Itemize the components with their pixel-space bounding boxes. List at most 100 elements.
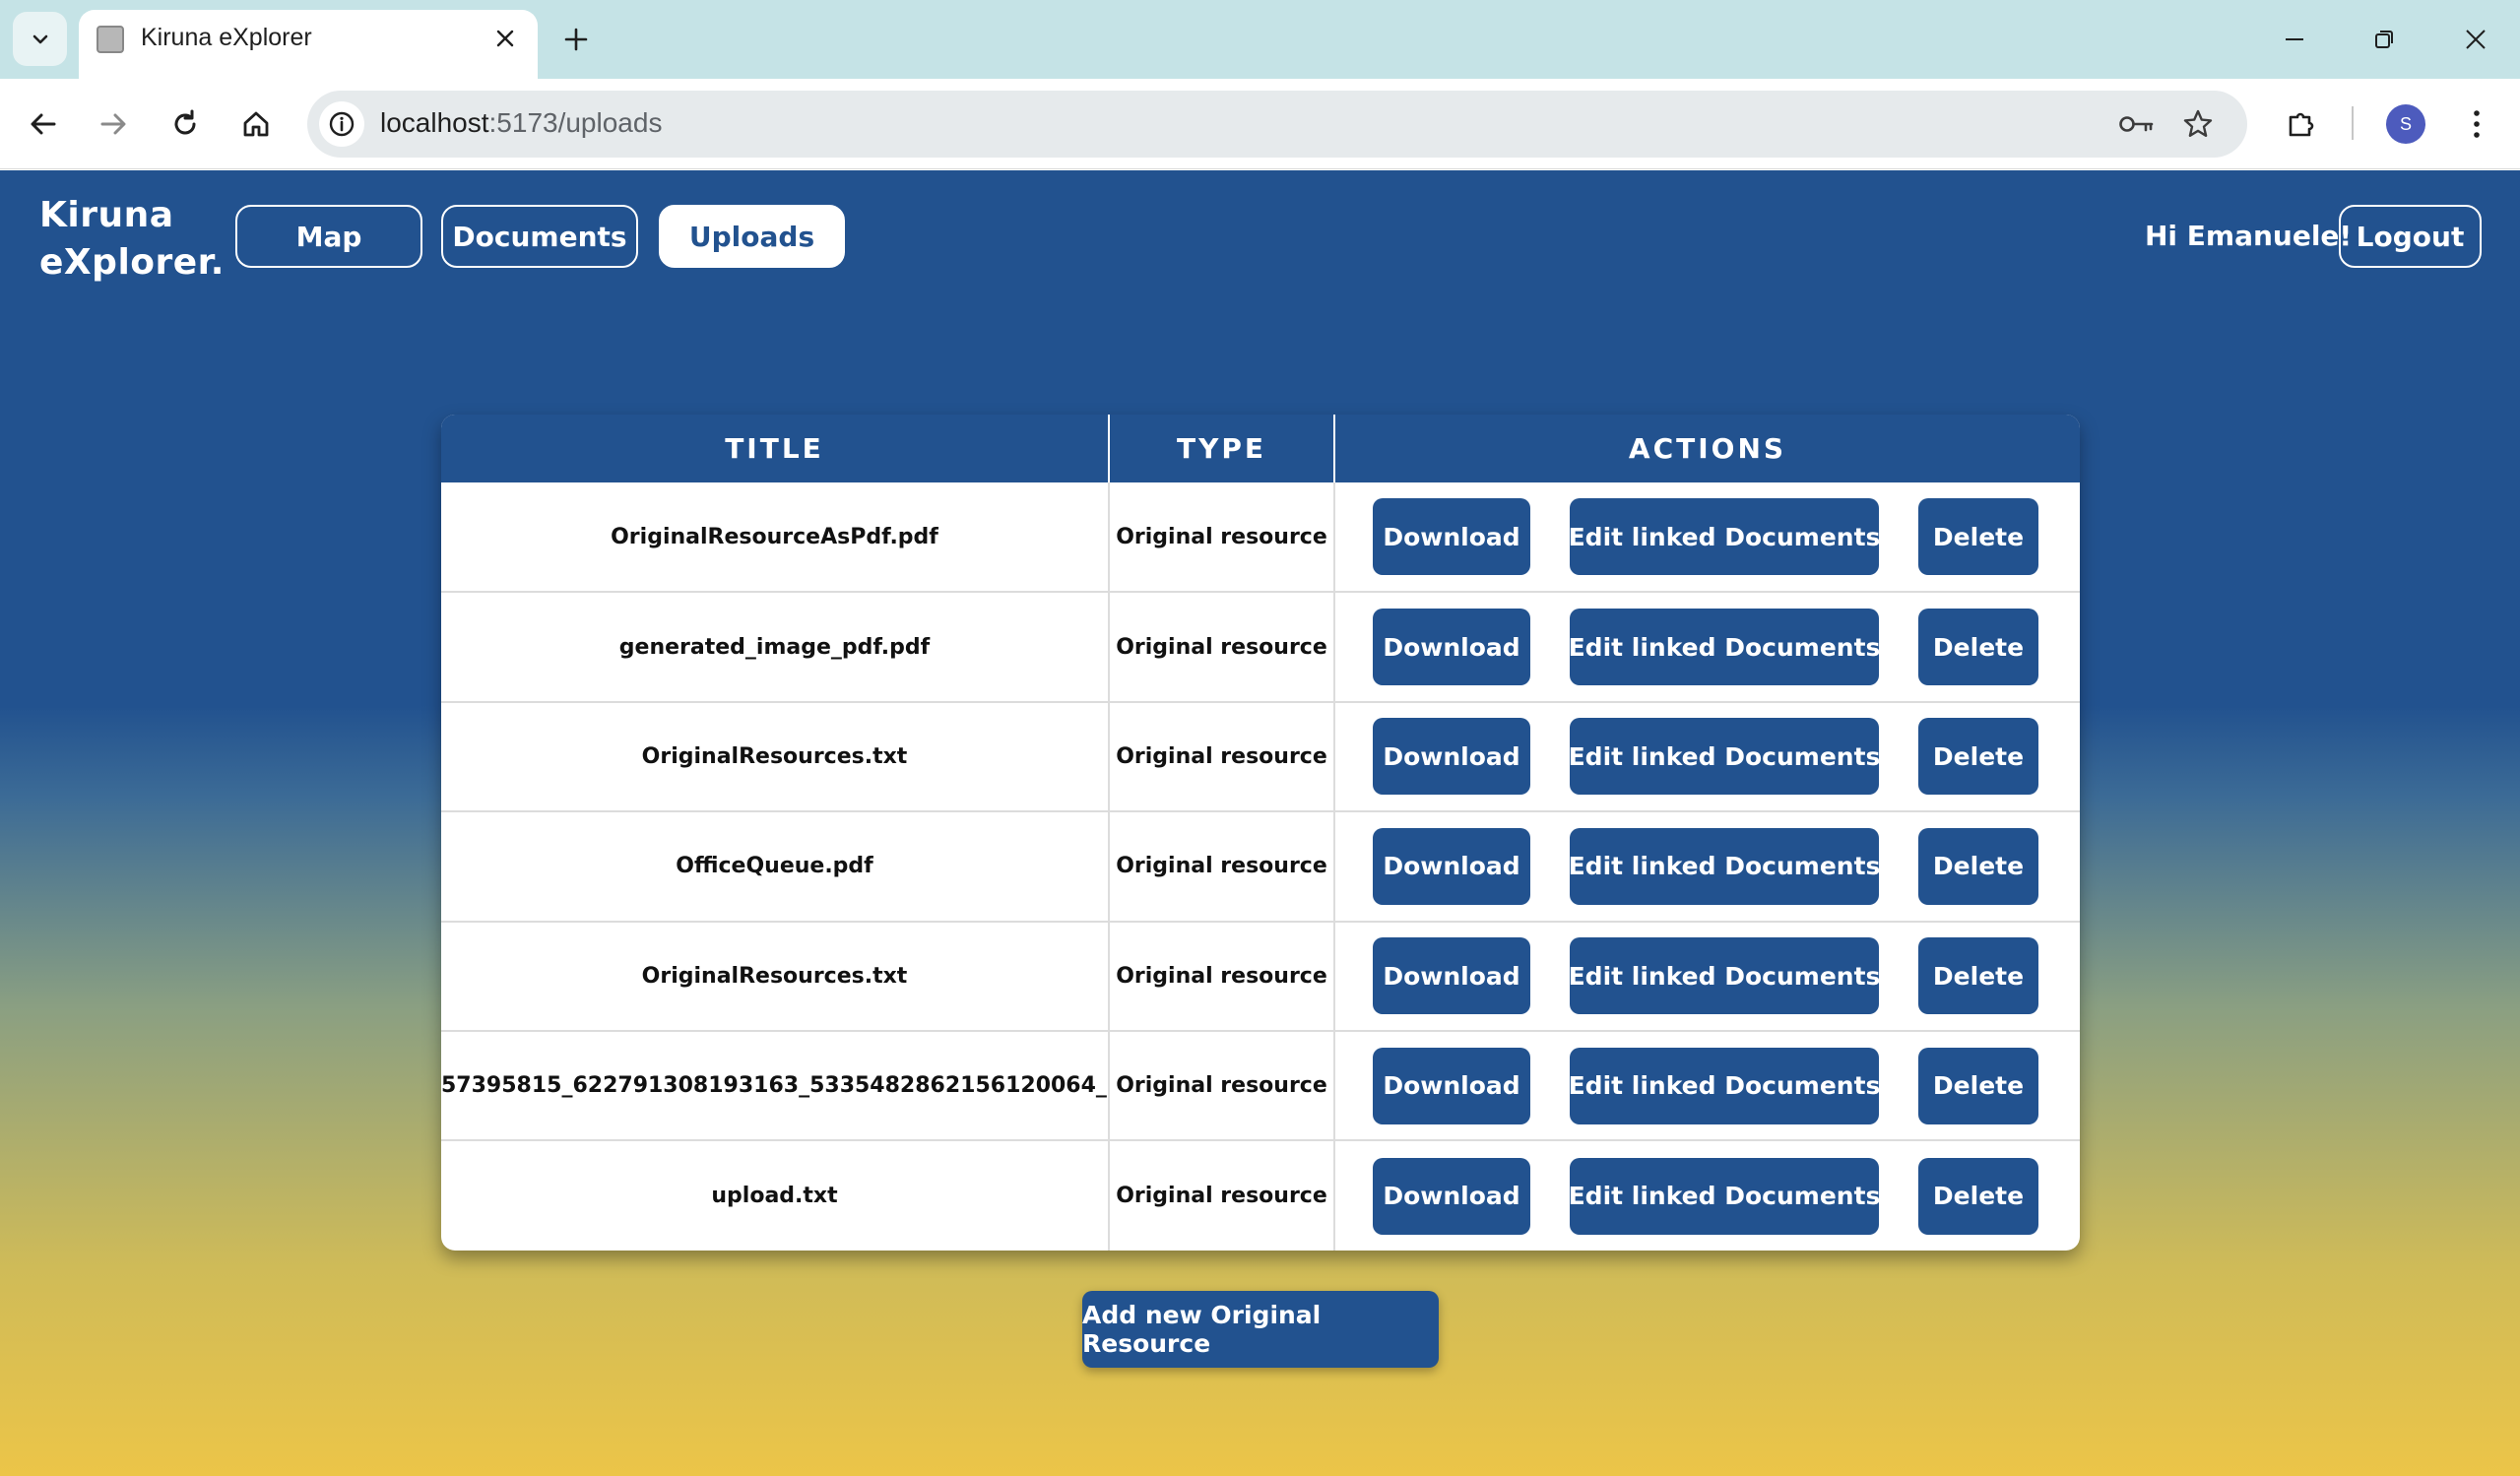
address-bar[interactable]: localhost:5173/uploads	[307, 91, 2247, 158]
cell-actions: Download Edit linked Documents Delete	[1334, 482, 2080, 592]
cell-title: upload.txt	[441, 1140, 1110, 1251]
cell-type: Original resource	[1109, 482, 1335, 593]
cell-type: Original resource	[1109, 921, 1335, 1031]
edit-linked-documents-button[interactable]: Edit linked Documents	[1569, 937, 1880, 1015]
browser-menu-button[interactable]	[2453, 100, 2500, 148]
row-actions: Download Edit linked Documents Delete	[1335, 609, 2080, 686]
cell-type: Original resource	[1109, 1140, 1335, 1251]
arrow-right-icon	[100, 113, 126, 135]
close-icon	[2466, 30, 2486, 49]
close-window-button[interactable]	[2454, 20, 2497, 59]
delete-button[interactable]: Delete	[1918, 937, 2038, 1015]
row-actions: Download Edit linked Documents Delete	[1335, 1157, 2080, 1235]
edit-linked-documents-button[interactable]: Edit linked Documents	[1569, 609, 1880, 686]
cell-actions: Download Edit linked Documents Delete	[1334, 1140, 2080, 1250]
table-row: OriginalResources.txt Original resource …	[441, 921, 2080, 1031]
edit-linked-documents-button[interactable]: Edit linked Documents	[1569, 1047, 1880, 1124]
delete-button[interactable]: Delete	[1918, 609, 2038, 686]
url-text[interactable]: localhost:5173/uploads	[380, 107, 662, 139]
row-actions: Download Edit linked Documents Delete	[1335, 937, 2080, 1015]
chevron-down-icon	[32, 34, 47, 43]
row-actions: Download Edit linked Documents Delete	[1335, 718, 2080, 796]
cell-title: OriginalResourceAsPdf.pdf	[441, 482, 1110, 593]
bookmark-button[interactable]	[2178, 104, 2218, 144]
app-brand[interactable]: Kiruna eXplorer.	[39, 192, 225, 287]
url-host: localhost	[380, 107, 489, 138]
uploads-table: TITLE TYPE ACTIONS OriginalResourceAsPdf…	[441, 415, 2080, 1251]
reload-button[interactable]	[162, 100, 209, 148]
cell-title: OriginalResources.txt	[441, 701, 1110, 812]
minimize-button[interactable]	[2273, 20, 2316, 59]
delete-button[interactable]: Delete	[1918, 718, 2038, 796]
download-button[interactable]: Download	[1373, 609, 1530, 686]
nav-uploads-button[interactable]: Uploads	[659, 205, 845, 268]
minimize-icon	[2286, 38, 2303, 40]
forward-button[interactable]	[90, 100, 137, 148]
tab-close-button[interactable]	[490, 24, 520, 53]
cell-type: Original resource	[1109, 1030, 1335, 1141]
download-button[interactable]: Download	[1373, 718, 1530, 796]
kebab-menu-icon	[2474, 110, 2480, 138]
edit-linked-documents-button[interactable]: Edit linked Documents	[1569, 827, 1880, 905]
table-row: 57395815_622791308193163_533548286215612…	[441, 1030, 2080, 1141]
delete-button[interactable]: Delete	[1918, 1157, 2038, 1235]
download-button[interactable]: Download	[1373, 937, 1530, 1015]
password-key-button[interactable]	[2117, 104, 2157, 144]
tab-search-button[interactable]	[13, 12, 67, 66]
restore-button[interactable]	[2362, 20, 2406, 59]
nav-map-button[interactable]: Map	[235, 205, 422, 268]
header-title: TITLE	[441, 415, 1110, 482]
browser-tab[interactable]: Kiruna eXplorer	[79, 10, 538, 81]
add-original-resource-button[interactable]: Add new Original Resource	[1082, 1291, 1439, 1368]
home-button[interactable]	[232, 100, 280, 148]
row-actions: Download Edit linked Documents Delete	[1335, 827, 2080, 905]
table-row: upload.txt Original resource Download Ed…	[441, 1140, 2080, 1251]
toolbar-divider	[2352, 106, 2354, 140]
edit-linked-documents-button[interactable]: Edit linked Documents	[1569, 498, 1880, 576]
table-header-row: TITLE TYPE ACTIONS	[441, 415, 2080, 482]
cell-actions: Download Edit linked Documents Delete	[1334, 592, 2080, 701]
profile-avatar[interactable]: S	[2386, 104, 2425, 144]
table-row: OriginalResources.txt Original resource …	[441, 701, 2080, 812]
plus-icon	[564, 28, 588, 51]
cell-type: Original resource	[1109, 811, 1335, 922]
download-button[interactable]: Download	[1373, 1157, 1530, 1235]
table-row: generated_image_pdf.pdf Original resourc…	[441, 592, 2080, 702]
table-body: OriginalResourceAsPdf.pdf Original resou…	[441, 482, 2080, 1251]
download-button[interactable]: Download	[1373, 1047, 1530, 1124]
nav-documents-button[interactable]: Documents	[441, 205, 638, 268]
cell-title: OriginalResources.txt	[441, 921, 1110, 1031]
extensions-button[interactable]	[2278, 100, 2325, 148]
browser-tabstrip: Kiruna eXplorer	[0, 0, 2520, 81]
download-button[interactable]: Download	[1373, 498, 1530, 576]
download-button[interactable]: Download	[1373, 827, 1530, 905]
delete-button[interactable]: Delete	[1918, 498, 2038, 576]
url-path: :5173/uploads	[488, 107, 663, 138]
edit-linked-documents-button[interactable]: Edit linked Documents	[1569, 1157, 1880, 1235]
header-type: TYPE	[1109, 415, 1335, 482]
cell-type: Original resource	[1109, 592, 1335, 702]
info-icon	[329, 111, 355, 137]
cell-actions: Download Edit linked Documents Delete	[1334, 922, 2080, 1031]
logout-button[interactable]: Logout	[2339, 205, 2482, 268]
home-icon	[243, 111, 269, 137]
table-row: OfficeQueue.pdf Original resource Downlo…	[441, 811, 2080, 922]
table-row: OriginalResourceAsPdf.pdf Original resou…	[441, 482, 2080, 593]
cell-title: OfficeQueue.pdf	[441, 811, 1110, 922]
edit-linked-documents-button[interactable]: Edit linked Documents	[1569, 718, 1880, 796]
cell-actions: Download Edit linked Documents Delete	[1334, 811, 2080, 921]
cell-title: generated_image_pdf.pdf	[441, 592, 1110, 702]
cell-type: Original resource	[1109, 701, 1335, 812]
row-actions: Download Edit linked Documents Delete	[1335, 498, 2080, 576]
reload-icon	[174, 109, 196, 135]
new-tab-button[interactable]	[556, 20, 596, 59]
header-actions: ACTIONS	[1628, 432, 1787, 465]
cell-actions: Download Edit linked Documents Delete	[1334, 702, 2080, 811]
delete-button[interactable]: Delete	[1918, 1047, 2038, 1124]
site-info-button[interactable]	[319, 101, 364, 147]
puzzle-icon	[2289, 112, 2314, 137]
back-button[interactable]	[20, 100, 67, 148]
brand-line-2: eXplorer.	[39, 242, 225, 283]
delete-button[interactable]: Delete	[1918, 827, 2038, 905]
restore-icon	[2375, 31, 2393, 48]
